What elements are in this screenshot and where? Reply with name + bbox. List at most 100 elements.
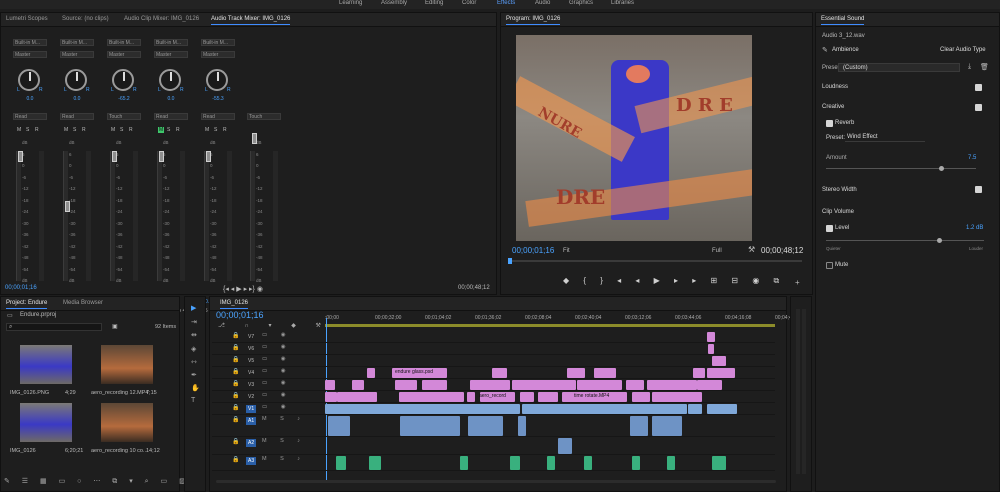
timeline-clip[interactable] bbox=[422, 380, 447, 390]
level-slider[interactable] bbox=[826, 238, 984, 243]
lock-icon[interactable]: 🔒 bbox=[232, 380, 239, 387]
track-r-button[interactable]: R bbox=[176, 127, 180, 133]
fader-handle[interactable] bbox=[159, 151, 164, 162]
hand-tool-icon[interactable]: ✋ bbox=[191, 384, 200, 392]
program-playhead[interactable] bbox=[508, 258, 512, 264]
slip-tool-icon[interactable]: ⇿ bbox=[191, 358, 197, 366]
timeline-timecode[interactable]: 00;00;01;16 bbox=[216, 310, 264, 320]
project-item[interactable]: IMG_0126 6;20;21 bbox=[10, 403, 83, 459]
project-item-thumbnail[interactable] bbox=[20, 345, 72, 384]
section-creative[interactable]: Creative bbox=[822, 104, 844, 110]
timeline-clip[interactable] bbox=[697, 380, 722, 390]
volume-fader[interactable] bbox=[63, 151, 70, 281]
automation-mode-dropdown[interactable]: Touch bbox=[107, 113, 141, 120]
track-target[interactable]: V6 bbox=[246, 345, 256, 353]
volume-fader[interactable] bbox=[204, 151, 211, 281]
workspace-learning[interactable]: Learning bbox=[339, 0, 362, 6]
project-item[interactable]: aero_recording 12.MP4 7;15 bbox=[91, 345, 161, 401]
fader-handle[interactable] bbox=[252, 133, 257, 144]
track-controls[interactable]: M S ♪ bbox=[262, 416, 306, 422]
timeline-clip[interactable] bbox=[522, 404, 687, 414]
track-target[interactable]: V1 bbox=[246, 405, 257, 413]
pan-knob[interactable] bbox=[159, 69, 181, 91]
timeline-clip[interactable] bbox=[708, 344, 714, 354]
lock-icon[interactable]: 🔒 bbox=[232, 356, 239, 363]
timeline-clip[interactable] bbox=[632, 456, 640, 470]
level-value[interactable]: 1.2 dB bbox=[966, 225, 983, 231]
timeline-clip[interactable] bbox=[400, 404, 520, 414]
timeline-clip[interactable] bbox=[558, 438, 572, 454]
timeline-clip[interactable] bbox=[626, 380, 644, 390]
tab-project[interactable]: Project: Endure bbox=[6, 300, 48, 309]
workspace-libraries[interactable]: Libraries bbox=[611, 0, 634, 6]
pen-tool-icon[interactable]: ✒ bbox=[191, 371, 197, 379]
track-target[interactable]: A1 bbox=[246, 417, 257, 425]
project-item[interactable]: IMG_0126.PNG 4;29 bbox=[10, 345, 80, 401]
track-m-button[interactable]: M bbox=[17, 127, 21, 133]
track-controls[interactable]: M S ♪ bbox=[262, 438, 306, 444]
track-target[interactable]: V7 bbox=[246, 333, 256, 341]
timeline-clip[interactable] bbox=[512, 380, 562, 390]
track-m-button[interactable]: M bbox=[111, 127, 115, 133]
timeline-clip[interactable] bbox=[712, 356, 726, 366]
section-stereo-width[interactable]: Stereo Width bbox=[822, 187, 857, 193]
track-s-button[interactable]: S bbox=[167, 127, 170, 133]
section-clip-volume[interactable]: Clip Volume bbox=[822, 209, 854, 215]
timeline-clip[interactable] bbox=[594, 368, 616, 378]
timeline-clip[interactable] bbox=[632, 392, 650, 402]
lock-icon[interactable]: 🔒 bbox=[232, 404, 239, 411]
timeline-clip[interactable] bbox=[337, 392, 377, 402]
volume-fader[interactable] bbox=[250, 133, 257, 281]
type-tool-icon[interactable]: T bbox=[191, 397, 195, 404]
track-controls[interactable]: ▭ ◉ bbox=[262, 356, 292, 362]
track-controls[interactable]: ▭ ◉ bbox=[262, 392, 292, 398]
track-select-tool-icon[interactable]: ⇥ bbox=[191, 318, 197, 326]
track-target[interactable]: V2 bbox=[246, 393, 256, 401]
project-search-input[interactable]: ⌕ bbox=[6, 323, 102, 331]
timeline-clip[interactable] bbox=[652, 416, 682, 436]
timeline-clip[interactable] bbox=[460, 456, 468, 470]
lock-icon[interactable]: 🔒 bbox=[232, 456, 239, 463]
delete-preset-icon[interactable]: 🗑 bbox=[980, 63, 989, 71]
workspace-graphics[interactable]: Graphics bbox=[569, 0, 593, 6]
timeline-clip[interactable] bbox=[584, 456, 592, 470]
channel-output-dropdown[interactable]: Master bbox=[13, 51, 47, 58]
timeline-clip[interactable] bbox=[492, 368, 507, 378]
timeline-clip[interactable] bbox=[577, 380, 622, 390]
lock-icon[interactable]: 🔒 bbox=[232, 416, 239, 423]
pan-knob[interactable] bbox=[206, 69, 228, 91]
channel-output-dropdown[interactable]: Master bbox=[201, 51, 235, 58]
timeline-clip[interactable] bbox=[567, 368, 585, 378]
track-controls[interactable]: ▭ ◉ bbox=[262, 380, 292, 386]
fader-handle[interactable] bbox=[65, 201, 70, 212]
project-footer-controls[interactable]: ✎ ☰ ▦ ▭ ○ ⋯ ⧉ ▾ ⌕ ▭ ▨ bbox=[4, 477, 191, 486]
workspace-effects[interactable]: Effects bbox=[497, 0, 515, 6]
pan-knob[interactable] bbox=[65, 69, 87, 91]
track-controls[interactable]: ▭ ◉ bbox=[262, 344, 292, 350]
timeline-clip[interactable] bbox=[518, 416, 526, 436]
timeline-clip[interactable] bbox=[667, 456, 675, 470]
timeline-toolbar[interactable]: ⎇ ∩ ▾ ◆ ⚒ bbox=[218, 322, 330, 329]
channel-input-dropdown[interactable]: Built-in M... bbox=[60, 39, 94, 46]
timeline-clip[interactable] bbox=[367, 368, 375, 378]
reverb-checkbox[interactable] bbox=[826, 120, 833, 127]
timeline-clip[interactable] bbox=[693, 368, 705, 378]
project-item-thumbnail[interactable] bbox=[101, 403, 153, 442]
tab-media-browser[interactable]: Media Browser bbox=[63, 300, 103, 306]
timeline-clip[interactable] bbox=[630, 416, 648, 436]
timeline-clip[interactable] bbox=[707, 368, 735, 378]
track-controls[interactable]: ▭ ◉ bbox=[262, 368, 292, 374]
timeline-ruler[interactable]: :00;00 00;00;32;00 00;01;04;02 00;01;36;02 0… bbox=[325, 312, 794, 330]
add-button-icon[interactable]: + bbox=[795, 278, 800, 287]
track-target[interactable]: V4 bbox=[246, 369, 256, 377]
save-preset-icon[interactable]: ⤓ bbox=[968, 63, 971, 71]
timeline-clip[interactable] bbox=[707, 404, 737, 414]
tab-source[interactable]: Source: (no clips) bbox=[62, 16, 109, 22]
automation-mode-dropdown[interactable]: Read bbox=[13, 113, 47, 120]
channel-output-dropdown[interactable]: Master bbox=[60, 51, 94, 58]
fader-handle[interactable] bbox=[206, 151, 211, 162]
pan-knob[interactable] bbox=[18, 69, 40, 91]
timeline-clip[interactable] bbox=[470, 380, 510, 390]
timeline-clip[interactable] bbox=[467, 392, 475, 402]
automation-mode-dropdown[interactable]: Touch bbox=[247, 113, 281, 120]
